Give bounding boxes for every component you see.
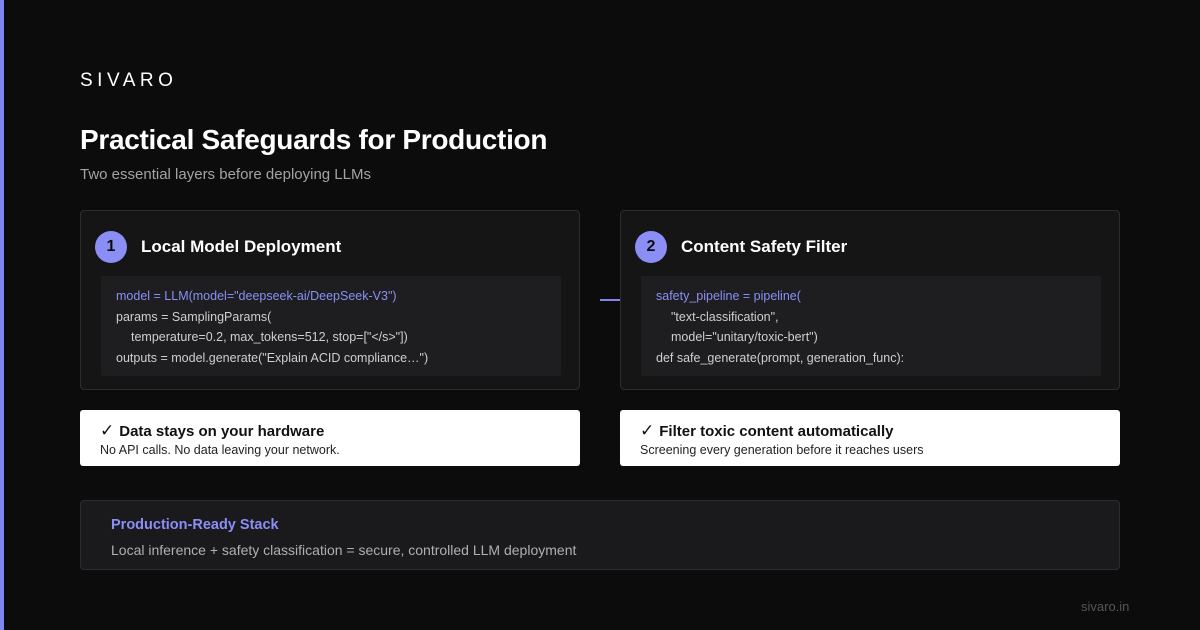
code-block: safety_pipeline = pipeline( "text-classi… bbox=[641, 276, 1101, 376]
stack-description: Local inference + safety classification … bbox=[111, 542, 577, 558]
accent-bar bbox=[0, 0, 4, 630]
benefit-data-on-hardware: ✓ Data stays on your hardware No API cal… bbox=[80, 410, 580, 466]
benefit-filter-toxic-content: ✓ Filter toxic content automatically Scr… bbox=[620, 410, 1120, 466]
benefit-description: No API calls. No data leaving your netwo… bbox=[100, 443, 340, 457]
code-line: temperature=0.2, max_tokens=512, stop=["… bbox=[131, 330, 408, 344]
code-line: params = SamplingParams( bbox=[116, 309, 272, 324]
production-stack-panel: Production-Ready Stack Local inference +… bbox=[80, 500, 1120, 570]
benefit-heading-row: ✓ Data stays on your hardware bbox=[100, 421, 560, 441]
code-line: model="unitary/toxic-bert") bbox=[671, 330, 818, 344]
benefit-description: Screening every generation before it rea… bbox=[640, 443, 924, 457]
checkmark-icon: ✓ bbox=[640, 421, 655, 440]
page-subtitle: Two essential layers before deploying LL… bbox=[80, 166, 371, 183]
connector-line bbox=[600, 299, 620, 301]
footer-url: sivaro.in bbox=[1081, 599, 1130, 614]
benefit-heading: Filter toxic content automatically bbox=[659, 422, 894, 440]
code-line: def safe_generate(prompt, generation_fun… bbox=[656, 350, 905, 365]
code-line: model = LLM(model="deepseek-ai/DeepSeek-… bbox=[116, 289, 397, 303]
step-number-badge: 1 bbox=[95, 231, 127, 263]
card-title: Content Safety Filter bbox=[681, 237, 848, 256]
benefit-heading-row: ✓ Filter toxic content automatically bbox=[640, 421, 1100, 441]
code-line: outputs = model.generate("Explain ACID c… bbox=[116, 350, 429, 365]
checkmark-icon: ✓ bbox=[100, 421, 115, 440]
code-block: model = LLM(model="deepseek-ai/DeepSeek-… bbox=[101, 276, 561, 376]
code-line: safety_pipeline = pipeline( bbox=[656, 289, 801, 303]
page-title: Practical Safeguards for Production bbox=[80, 124, 548, 155]
benefit-heading: Data stays on your hardware bbox=[119, 422, 325, 440]
brand-logo: SIVARO bbox=[80, 70, 178, 91]
step-number-badge: 2 bbox=[635, 231, 667, 263]
card-local-model-deployment: 1 Local Model Deployment model = LLM(mod… bbox=[80, 210, 580, 390]
stack-title: Production-Ready Stack bbox=[111, 517, 279, 533]
code-line: "text-classification", bbox=[671, 309, 779, 324]
card-title: Local Model Deployment bbox=[141, 237, 342, 256]
card-content-safety-filter: 2 Content Safety Filter safety_pipeline … bbox=[620, 210, 1120, 390]
